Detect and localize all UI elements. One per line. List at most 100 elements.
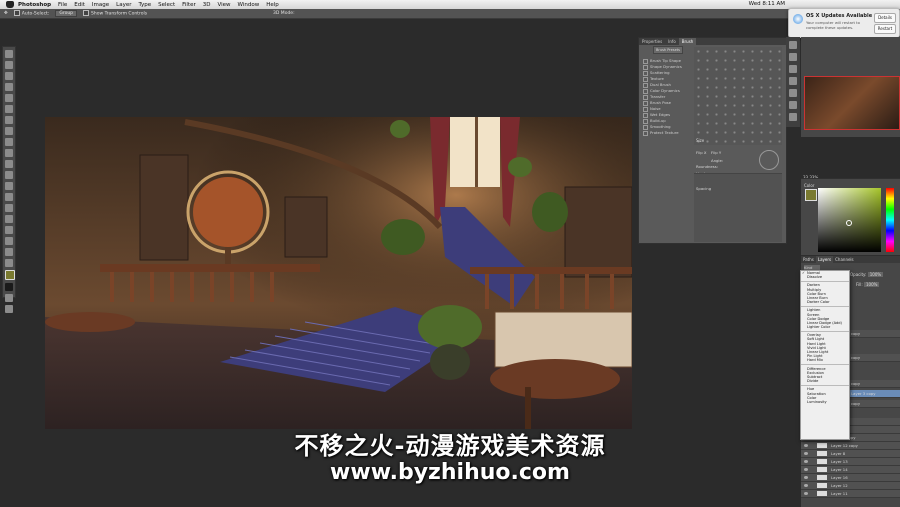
brush-presets-button[interactable]: Brush Presets — [653, 46, 683, 54]
document-canvas[interactable] — [45, 117, 632, 429]
blend-mode-item[interactable]: Dissolve — [801, 275, 849, 279]
tab-brush[interactable]: Brush — [678, 38, 697, 45]
opt-brush-pose[interactable]: Brush Pose — [643, 100, 671, 106]
hand-tool-icon[interactable] — [5, 248, 13, 256]
menu-edit[interactable]: Edit — [74, 2, 85, 8]
menu-image[interactable]: Image — [92, 2, 109, 8]
path-select-tool-icon[interactable] — [5, 226, 13, 234]
navigator-thumbnail[interactable] — [804, 76, 900, 130]
flip-x-checkbox[interactable]: Flip X — [696, 150, 707, 155]
menu-filter[interactable]: Filter — [182, 2, 196, 8]
screen-mode-icon[interactable] — [5, 305, 13, 313]
lasso-tool-icon[interactable] — [5, 72, 13, 80]
details-button[interactable]: Details — [874, 13, 896, 23]
blend-mode-item[interactable]: Lighter Color — [801, 325, 849, 329]
os-update-notification[interactable]: OS X Updates Available Your computer wil… — [788, 8, 900, 38]
history-brush-tool-icon[interactable] — [5, 149, 13, 157]
opt-brush-tip-shape[interactable]: Brush Tip Shape — [643, 58, 681, 64]
blend-mode-item[interactable]: Darker Color — [801, 300, 849, 304]
opt-transfer[interactable]: Transfer — [643, 94, 665, 100]
opt-shape-dynamics[interactable]: Shape Dynamics — [643, 64, 682, 70]
eraser-tool-icon[interactable] — [5, 160, 13, 168]
hue-slider[interactable] — [886, 188, 894, 252]
swatches-icon[interactable] — [789, 65, 797, 73]
stamp-tool-icon[interactable] — [5, 138, 13, 146]
auto-select-checkbox[interactable]: Auto-Select: — [13, 10, 49, 17]
menu-select[interactable]: Select — [158, 2, 175, 8]
styles-icon[interactable] — [789, 77, 797, 85]
eyedropper-tool-icon[interactable] — [5, 105, 13, 113]
clock[interactable]: Wed 8:11 AM — [749, 1, 785, 7]
opt-build-up[interactable]: Build-up — [643, 118, 666, 124]
group-select[interactable]: Group — [55, 10, 78, 17]
opacity-value[interactable]: 100% — [867, 272, 884, 277]
tab-properties[interactable]: Properties — [639, 38, 665, 45]
tab-layers[interactable]: Layers — [815, 256, 834, 263]
brush-icon[interactable] — [789, 101, 797, 109]
actions-icon[interactable] — [789, 53, 797, 61]
opt-texture[interactable]: Texture — [643, 76, 664, 82]
history-icon[interactable] — [789, 41, 797, 49]
tab-info[interactable]: Info — [665, 38, 679, 45]
menu-separator — [801, 280, 849, 282]
opt-scattering[interactable]: Scattering — [643, 70, 670, 76]
dodge-tool-icon[interactable] — [5, 193, 13, 201]
brush-tool-icon[interactable] — [5, 127, 13, 135]
healing-tool-icon[interactable] — [5, 116, 13, 124]
menu-file[interactable]: File — [58, 2, 67, 8]
background-color-swatch[interactable] — [5, 283, 13, 291]
type-tool-icon[interactable] — [5, 215, 13, 223]
blend-mode-item[interactable]: Luminosity — [801, 400, 849, 404]
show-transform-checkbox[interactable]: Show Transform Controls — [83, 10, 147, 17]
move-tool-icon[interactable]: ✥ — [4, 11, 8, 16]
angle-dial[interactable] — [759, 150, 779, 170]
menu-help[interactable]: Help — [266, 2, 279, 8]
color-picker-field[interactable] — [818, 188, 881, 252]
opt-protect-texture[interactable]: Protect Texture — [643, 130, 679, 136]
blend-mode-menu[interactable]: NormalDissolveDarkenMultiplyColor BurnLi… — [800, 270, 850, 440]
fill-control[interactable]: Fill: 100% — [856, 282, 880, 287]
blend-mode-item[interactable]: Hard Mix — [801, 358, 849, 362]
flip-y-checkbox[interactable]: Flip Y — [711, 150, 721, 155]
menu-separator — [801, 330, 849, 332]
menu-3d[interactable]: 3D — [203, 2, 211, 8]
zoom-tool-icon[interactable] — [5, 259, 13, 267]
opt-dual-brush[interactable]: Dual Brush — [643, 82, 671, 88]
color-picker-cursor[interactable] — [846, 220, 852, 226]
blend-mode-item[interactable]: Divide — [801, 379, 849, 383]
menu-window[interactable]: Window — [238, 2, 260, 8]
brush-tip-grid[interactable] — [694, 47, 782, 145]
restart-button[interactable]: Restart — [874, 24, 896, 34]
opt-color-dynamics[interactable]: Color Dynamics — [643, 88, 680, 94]
menu-type[interactable]: Type — [139, 2, 152, 8]
opt-smoothing[interactable]: Smoothing — [643, 124, 671, 130]
opt-noise[interactable]: Noise — [643, 106, 661, 112]
adjustments-icon[interactable] — [789, 89, 797, 97]
blur-tool-icon[interactable] — [5, 182, 13, 190]
layer-row[interactable]: Layer 11 — [801, 490, 900, 498]
opt-wet-edges[interactable]: Wet Edges — [643, 112, 670, 118]
menu-app[interactable]: Photoshop — [18, 2, 51, 8]
crop-tool-icon[interactable] — [5, 94, 13, 102]
menu-view[interactable]: View — [217, 2, 230, 8]
apple-icon[interactable] — [6, 1, 14, 8]
gradient-tool-icon[interactable] — [5, 171, 13, 179]
tab-channels[interactable]: Channels — [833, 256, 856, 263]
color-foreground-swatch[interactable] — [805, 189, 817, 201]
clone-source-icon[interactable] — [789, 113, 797, 121]
foreground-color-swatch[interactable] — [5, 270, 15, 280]
color-panel-label: Color — [804, 183, 815, 188]
fill-value[interactable]: 100% — [863, 282, 880, 287]
tab-paths[interactable]: Paths — [801, 256, 816, 263]
visibility-eye-icon[interactable] — [804, 492, 808, 495]
shape-tool-icon[interactable] — [5, 237, 13, 245]
marquee-tool-icon[interactable] — [5, 61, 13, 69]
move-tool-icon[interactable] — [5, 50, 13, 58]
quick-mask-icon[interactable] — [5, 294, 13, 302]
menu-layer[interactable]: Layer — [116, 2, 131, 8]
options-bar: ✥ Auto-Select: Group Show Transform Cont… — [0, 9, 900, 19]
quick-select-tool-icon[interactable] — [5, 83, 13, 91]
status-icons: Wed 8:11 AM — [749, 1, 785, 7]
opacity-control[interactable]: Opacity: 100% — [850, 272, 884, 277]
pen-tool-icon[interactable] — [5, 204, 13, 212]
